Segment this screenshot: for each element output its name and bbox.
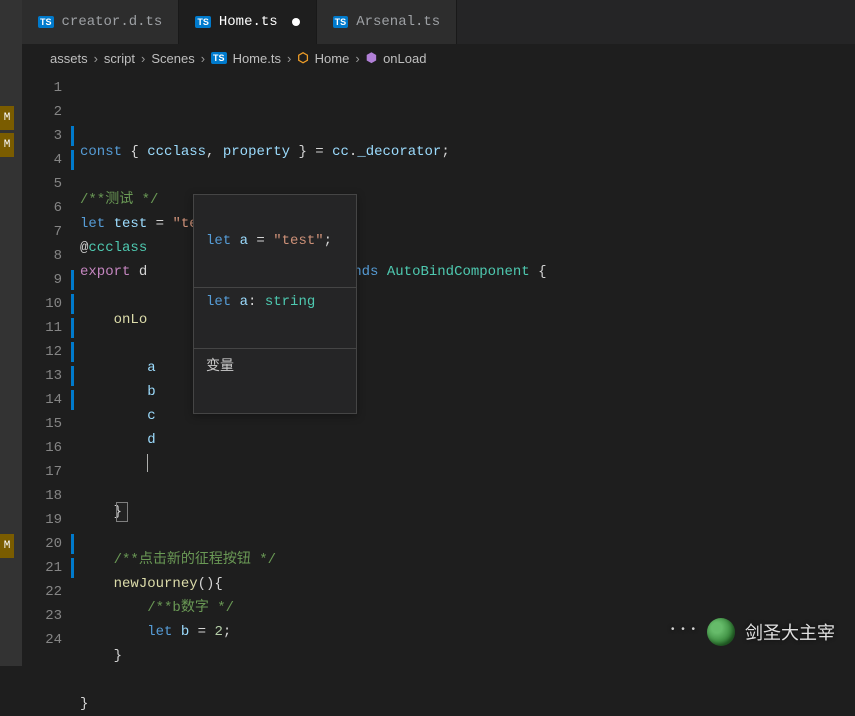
modified-line-indicator <box>71 126 74 146</box>
hover-definition: let a = "test"; <box>194 227 356 255</box>
line-number: 9 <box>22 268 80 292</box>
watermark: • • • 剑圣大主宰 <box>671 618 835 646</box>
line-number: 7 <box>22 220 80 244</box>
line-number: 12 <box>22 340 80 364</box>
dirty-indicator-icon <box>292 18 300 26</box>
ts-file-icon: TS <box>211 52 227 64</box>
breadcrumb-seg[interactable]: Scenes <box>151 51 194 66</box>
line-number: 18 <box>22 484 80 508</box>
editor-tab[interactable]: TS creator.d.ts <box>22 0 179 44</box>
gutter-marker: M <box>0 133 14 157</box>
editor-tab[interactable]: TS Home.ts <box>179 0 316 44</box>
gutter-marker: M <box>0 534 14 558</box>
line-number: 17 <box>22 460 80 484</box>
editor[interactable]: 123456789101112131415161718192021222324 … <box>22 72 855 666</box>
breadcrumb-seg[interactable]: Home.ts <box>233 51 281 66</box>
line-number: 22 <box>22 580 80 604</box>
code-line[interactable]: newJourney(){ <box>80 572 855 596</box>
line-number: 6 <box>22 196 80 220</box>
code-line[interactable] <box>80 164 855 188</box>
chevron-right-icon: › <box>287 51 291 66</box>
wechat-dots-icon: • • • <box>671 624 697 635</box>
code-line[interactable] <box>80 524 855 548</box>
gutter-marker: M <box>0 106 14 130</box>
hover-widget: let a = "test"; let a: string 变量 <box>193 194 357 414</box>
text-cursor <box>147 454 148 472</box>
code-line[interactable]: /**点击新的征程按钮 */ <box>80 548 855 572</box>
tab-label: Arsenal.ts <box>356 14 440 30</box>
code-line[interactable]: } <box>80 500 855 524</box>
breadcrumb-seg[interactable]: assets <box>50 51 88 66</box>
chevron-right-icon: › <box>355 51 359 66</box>
breadcrumb[interactable]: assets › script › Scenes › TS Home.ts › … <box>22 44 855 72</box>
line-number: 10 <box>22 292 80 316</box>
code-line[interactable] <box>80 476 855 500</box>
breadcrumb-seg[interactable]: Home <box>315 51 350 66</box>
breadcrumb-seg[interactable]: onLoad <box>383 51 426 66</box>
modified-line-indicator <box>71 150 74 170</box>
modified-line-indicator <box>71 270 74 290</box>
line-number: 21 <box>22 556 80 580</box>
activity-strip: M M M <box>0 0 22 666</box>
line-number: 11 <box>22 316 80 340</box>
chevron-right-icon: › <box>201 51 205 66</box>
code-line[interactable]: } <box>80 692 855 716</box>
breadcrumb-seg[interactable]: script <box>104 51 135 66</box>
chevron-right-icon: › <box>141 51 145 66</box>
hover-type: let a: string <box>194 287 356 316</box>
tab-label: creator.d.ts <box>62 14 163 30</box>
modified-line-indicator <box>71 294 74 314</box>
line-number: 2 <box>22 100 80 124</box>
ts-file-icon: TS <box>195 16 211 28</box>
tab-label: Home.ts <box>219 14 278 30</box>
tab-bar: TS creator.d.ts TS Home.ts TS Arsenal.ts <box>22 0 855 44</box>
ts-file-icon: TS <box>333 16 349 28</box>
modified-line-indicator <box>71 558 74 578</box>
ts-file-icon: TS <box>38 16 54 28</box>
line-number: 5 <box>22 172 80 196</box>
hover-kind-label: 变量 <box>194 348 356 381</box>
code-line[interactable]: const { ccclass, property } = cc._decora… <box>80 140 855 164</box>
line-number: 24 <box>22 628 80 652</box>
code-line[interactable] <box>80 452 855 476</box>
bracket-match-highlight <box>116 502 128 522</box>
watermark-text: 剑圣大主宰 <box>745 619 835 645</box>
code-line[interactable]: /**b数字 */ <box>80 596 855 620</box>
modified-line-indicator <box>71 390 74 410</box>
line-number: 20 <box>22 532 80 556</box>
code-line[interactable]: d <box>80 428 855 452</box>
line-number: 14 <box>22 388 80 412</box>
line-number-gutter: 123456789101112131415161718192021222324 <box>22 72 80 666</box>
code-line[interactable]: } <box>80 644 855 668</box>
line-number: 13 <box>22 364 80 388</box>
line-number: 19 <box>22 508 80 532</box>
editor-tab[interactable]: TS Arsenal.ts <box>317 0 458 44</box>
line-number: 16 <box>22 436 80 460</box>
line-number: 3 <box>22 124 80 148</box>
line-number: 8 <box>22 244 80 268</box>
line-number: 4 <box>22 148 80 172</box>
code-line[interactable] <box>80 668 855 692</box>
modified-line-indicator <box>71 318 74 338</box>
class-icon: ⬡ <box>297 50 308 66</box>
line-number: 15 <box>22 412 80 436</box>
modified-line-indicator <box>71 534 74 554</box>
modified-line-indicator <box>71 342 74 362</box>
wechat-icon <box>707 618 735 646</box>
line-number: 1 <box>22 76 80 100</box>
code-area[interactable]: const { ccclass, property } = cc._decora… <box>80 72 855 666</box>
chevron-right-icon: › <box>94 51 98 66</box>
modified-line-indicator <box>71 366 74 386</box>
line-number: 23 <box>22 604 80 628</box>
method-icon: ⬢ <box>366 50 377 66</box>
